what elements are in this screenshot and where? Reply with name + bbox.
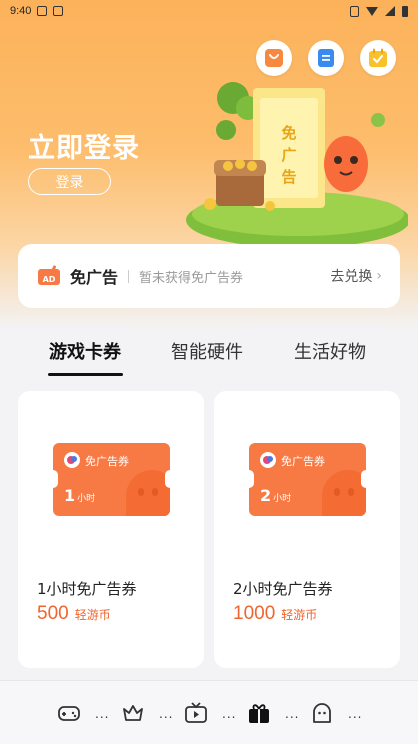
coupon-label: 免广告券 (281, 455, 325, 468)
nav-separator: ... (159, 707, 174, 721)
price-currency: 轻游币 (281, 608, 318, 622)
nav-separator: ... (348, 707, 363, 721)
ticket-text-2: 广 (281, 146, 296, 164)
nav-separator: ... (222, 707, 237, 721)
ad-free-card[interactable]: AD 免广告 暂未获得免广告券 去兑换 › (18, 244, 400, 308)
tab-game-coupons[interactable]: 游戏卡券 (49, 338, 121, 364)
coupon-hours-unit: 小时 (273, 494, 292, 504)
battery-icon (402, 5, 408, 17)
coupon-image: 免广告券 2 小时 (249, 443, 366, 516)
bottom-navigation: ... ... ... ... ... (0, 680, 418, 744)
app-logo-icon (64, 452, 80, 468)
ghost-decoration (126, 470, 170, 516)
coupon-hours-number: 1 (64, 486, 76, 505)
vibrate-icon (350, 5, 359, 17)
product-name: 1小时免广告券 (37, 580, 137, 598)
ghost-icon[interactable] (310, 701, 334, 725)
app-notification-icon (53, 6, 64, 16)
product-price: 1000 轻游币 (233, 603, 317, 625)
ticket-text-3: 告 (281, 168, 296, 186)
coupon-hours-unit: 小时 (77, 494, 96, 504)
tv-icon[interactable] (184, 701, 208, 725)
login-button[interactable]: 登录 (28, 168, 111, 195)
status-time: 9:40 (10, 5, 32, 17)
divider (128, 269, 130, 283)
product-price: 500 轻游币 (37, 603, 111, 625)
coupon-duration: 2 小时 (260, 486, 291, 505)
app-logo-icon (260, 452, 276, 468)
coupon-duration: 1 小时 (64, 486, 95, 505)
chevron-right-icon: › (376, 268, 382, 284)
price-value: 500 (37, 603, 69, 624)
ad-icon: AD (38, 265, 62, 287)
coupon-image: 免广告券 1 小时 (53, 443, 170, 516)
active-tab-indicator (48, 373, 123, 376)
redeem-link[interactable]: 去兑换 › (330, 266, 382, 286)
status-bar: 9:40 (0, 0, 418, 22)
header-actions (256, 40, 396, 76)
wifi-icon (366, 6, 378, 16)
product-card[interactable]: 免广告券 2 小时 2小时免广告券 1000 轻游币 (214, 391, 400, 668)
ad-icon-text: AD (43, 275, 56, 284)
redeem-link-label: 去兑换 (330, 269, 373, 285)
tab-smart-hardware[interactable]: 智能硬件 (171, 338, 243, 364)
price-value: 1000 (233, 603, 276, 624)
product-name: 2小时免广告券 (233, 580, 333, 598)
notes-icon[interactable] (308, 40, 344, 76)
crown-icon[interactable] (121, 701, 145, 725)
product-card[interactable]: 免广告券 1 小时 1小时免广告券 500 轻游币 (18, 391, 204, 668)
login-title[interactable]: 立即登录 (28, 126, 140, 165)
calendar-check-icon[interactable] (360, 40, 396, 76)
ticket-text-1: 免 (281, 124, 296, 142)
coupon-label: 免广告券 (85, 455, 129, 468)
hero-illustration: 免 广 告 (178, 80, 410, 255)
category-tabs: 游戏卡券 智能硬件 生活好物 (0, 338, 418, 378)
tab-lifestyle-goods[interactable]: 生活好物 (294, 338, 366, 364)
gamepad-icon[interactable] (57, 701, 81, 725)
gift-icon[interactable] (247, 701, 271, 725)
nav-separator: ... (95, 707, 110, 721)
nav-separator: ... (285, 707, 300, 721)
coupon-hours-number: 2 (260, 486, 272, 505)
signal-icon (385, 6, 395, 16)
ad-free-status: 暂未获得免广告券 (139, 270, 244, 286)
ad-free-title: 免广告 (70, 268, 119, 287)
notification-icon (37, 6, 48, 16)
price-currency: 轻游币 (74, 608, 111, 622)
shop-icon[interactable] (256, 40, 292, 76)
ghost-decoration (322, 470, 366, 516)
